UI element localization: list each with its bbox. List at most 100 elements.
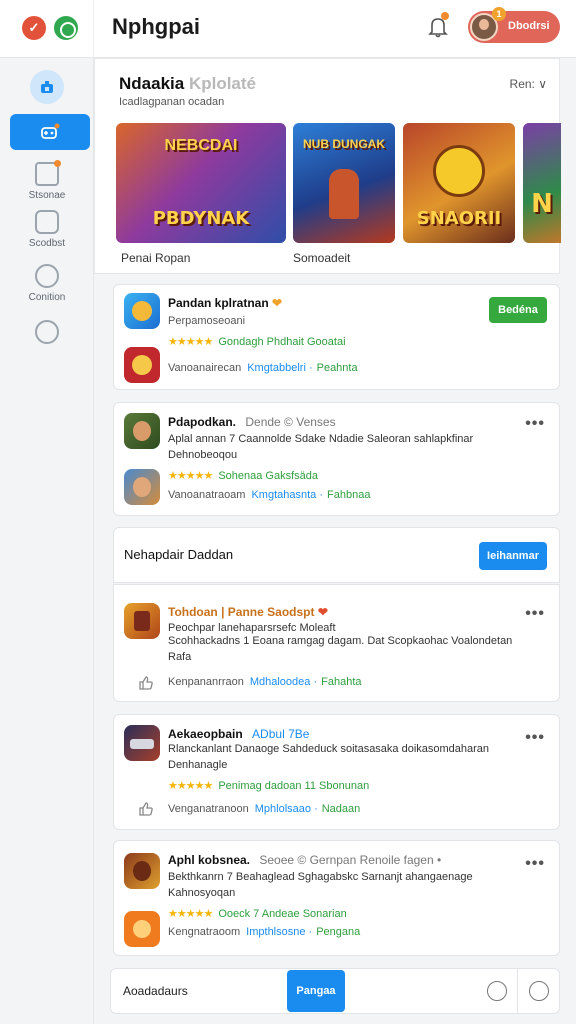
- thumb-label: Penai Ropan: [121, 251, 191, 265]
- meta-gray: Kenpananrraon: [168, 676, 244, 688]
- game-title-text: Pdapodkan.: [168, 415, 237, 429]
- game-title: Aekaeopbain ADbul 7Be: [168, 727, 309, 741]
- game-card[interactable]: Pandan kplratnan ❤ Perpamoseoani Bedéna …: [113, 284, 560, 390]
- rating-stars: ★★★★★ Penimag dadoan 11 Sbonunan: [168, 779, 369, 792]
- emoji-icon[interactable]: [529, 981, 549, 1001]
- card-meta: Kenpananrraon Mdhaloodea · Fahahta: [168, 676, 362, 688]
- featured-section: Ndaakia Kplolaté Icadlagpanan ocadan Ren…: [94, 58, 561, 274]
- top-bar: ✓ Nphgpai 1 Dbodrsi: [0, 0, 576, 58]
- get-button[interactable]: Bedéna: [489, 297, 547, 323]
- featured-title-text: Ndaakia: [119, 74, 185, 93]
- featured-thumb-2[interactable]: NUB DUNGAK: [293, 123, 395, 243]
- thumb-title: NEBCDAI: [164, 137, 238, 154]
- meta-gray: Kengnatraoom: [168, 926, 241, 938]
- game-card[interactable]: Pdapodkan. Dende © Venses ••• Aplal anna…: [113, 402, 560, 516]
- game-icon: [124, 413, 160, 449]
- game-card[interactable]: Aekaeopbain ADbul 7Be ••• Rlanckanlant D…: [113, 714, 560, 830]
- card-meta: Kengnatraoom Impthlsosne · Pengana: [168, 926, 360, 938]
- sidebar-item-label: Conition: [28, 292, 66, 303]
- brand-logo-icon[interactable]: ✓: [22, 16, 46, 40]
- secondary-game-icon: [124, 911, 160, 947]
- sidebar-item-active[interactable]: [10, 114, 90, 150]
- featured-subtitle: Icadlagpanan ocadan: [119, 96, 225, 108]
- heart-icon: ❤: [317, 605, 328, 619]
- star-icons: ★★★★★: [168, 470, 213, 482]
- meta-status: Fahbnaa: [327, 489, 371, 501]
- games-icon: [41, 123, 60, 139]
- hero-figure: [329, 169, 359, 219]
- game-icon: [124, 603, 160, 639]
- game-icon: [124, 293, 160, 329]
- game-subtitle: Seoee © Gernpan Renoile fagen •: [259, 853, 442, 867]
- game-title: Aphl kobsnea. Seoee © Gernpan Renoile fa…: [168, 853, 441, 867]
- card-meta: Vanoanatraoam Kmgtahasnta · Fahbnaa: [168, 489, 370, 501]
- star-icons: ★★★★★: [168, 336, 213, 348]
- game-card[interactable]: Aphl kobsnea. Seoee © Gernpan Renoile fa…: [113, 840, 560, 956]
- meta-status: Fahahta: [321, 676, 362, 688]
- featured-title-accent: Kplolaté: [188, 74, 256, 93]
- thumb-caption: PBDYNAK: [152, 208, 250, 229]
- meta-link[interactable]: Mdhaloodea ·: [250, 676, 317, 688]
- game-description: Aplal annan 7 Caannolde Sdake Ndadie Sal…: [168, 433, 474, 461]
- library-icon: [35, 210, 59, 234]
- meta-status: Pengana: [316, 926, 361, 938]
- game-title: Tohdoan | Panne Saodspt ❤: [168, 605, 328, 619]
- featured-thumb-4[interactable]: N: [523, 123, 561, 243]
- rating-stars: ★★★★★ Ooeck 7 Andeae Sonarian: [168, 907, 347, 920]
- star-icons: ★★★★★: [168, 908, 213, 920]
- sidebar-item-conition[interactable]: Conition: [0, 264, 94, 303]
- featured-title: Ndaakia Kplolaté: [119, 74, 256, 94]
- meta-link[interactable]: Impthlsosne ·: [246, 926, 312, 938]
- thumb-caption: SNAORII: [416, 208, 502, 229]
- game-description: Scohhackadns 1 Eoana ramgag dagam. Dat S…: [168, 635, 513, 663]
- game-title-text: Aphl kobsnea.: [168, 853, 251, 867]
- user-name: Dbodrsi: [508, 20, 550, 32]
- rating-stars: ★★★★★ Gondagh Phdhait Gooatai: [168, 335, 346, 348]
- game-card[interactable]: Tohdoan | Panne Saodspt ❤ ••• Peochpar l…: [113, 584, 560, 702]
- sidebar-item-stsonae[interactable]: Stsonae: [0, 160, 94, 201]
- puzzle-icon: [35, 160, 61, 186]
- thumbs-up-icon[interactable]: [138, 675, 154, 691]
- meta-status: Peahnta: [316, 362, 358, 374]
- more-options-icon[interactable]: •••: [525, 605, 545, 623]
- heart-icon: ❤: [272, 296, 283, 310]
- sidebar-item-settings[interactable]: [0, 320, 94, 344]
- home-icon: [41, 81, 53, 93]
- sidebar-home-button[interactable]: [30, 70, 64, 104]
- section-header: Nehapdair Daddan Ieihanmar: [113, 527, 560, 583]
- meta-link[interactable]: Kmgtabbelri ·: [247, 362, 312, 374]
- chat-logo-icon[interactable]: [54, 16, 78, 40]
- game-title-text: Pandan kplratnan: [168, 296, 269, 310]
- meta-gray: Venganatranoon: [168, 803, 249, 815]
- sidebar-item-scodbst[interactable]: Scodbst: [0, 210, 94, 249]
- meta-link[interactable]: Kmgtahasnta ·: [251, 489, 323, 501]
- meta-gray: Vanoanairecan: [168, 362, 242, 374]
- logo-area: ✓: [0, 0, 94, 58]
- user-menu-button[interactable]: 1 Dbodrsi: [468, 7, 560, 43]
- sort-dropdown[interactable]: Ren: ∨: [510, 77, 547, 91]
- meta-link[interactable]: Mphlolsaao ·: [255, 803, 318, 815]
- chat-icon[interactable]: [487, 981, 507, 1001]
- rating-stars: ★★★★★ Sohenaa Gaksfsäda: [168, 469, 318, 482]
- game-title-text: Aekaeopbain: [168, 727, 243, 741]
- game-description: Rlanckanlant Danaoge Sahdeduck soitasasa…: [168, 743, 490, 771]
- divider: [517, 969, 518, 1013]
- rating-text: Sohenaa Gaksfsäda: [218, 470, 318, 482]
- game-description: Bekthkanrn 7 Beahaglead Sghagabskc Sarna…: [168, 871, 473, 899]
- thumb-title: NUB DUNGAK: [303, 137, 385, 151]
- featured-thumb-1[interactable]: NEBCDAI PBDYNAK: [116, 123, 286, 243]
- card-meta: Venganatranoon Mphlolsaao · Nadaan: [168, 803, 360, 815]
- section-title: Nehapdair Daddan: [124, 547, 234, 562]
- meta-status: Nadaan: [321, 803, 361, 815]
- secondary-game-icon: [124, 469, 160, 505]
- game-title: Pandan kplratnan ❤: [168, 296, 282, 310]
- secondary-game-icon: [124, 347, 160, 383]
- game-title: Pdapodkan. Dende © Venses: [168, 415, 336, 429]
- game-subtitle: Perpamoseoani: [168, 315, 246, 327]
- bottom-action-button[interactable]: Pangaa: [287, 970, 345, 1012]
- sidebar-item-label: Stsonae: [28, 190, 66, 201]
- featured-thumb-3[interactable]: SNAORII: [403, 123, 515, 243]
- section-action-button[interactable]: Ieihanmar: [479, 542, 547, 570]
- thumbs-up-icon[interactable]: [138, 801, 154, 817]
- bottom-bar: Aoadadaurs Pangaa: [110, 968, 560, 1014]
